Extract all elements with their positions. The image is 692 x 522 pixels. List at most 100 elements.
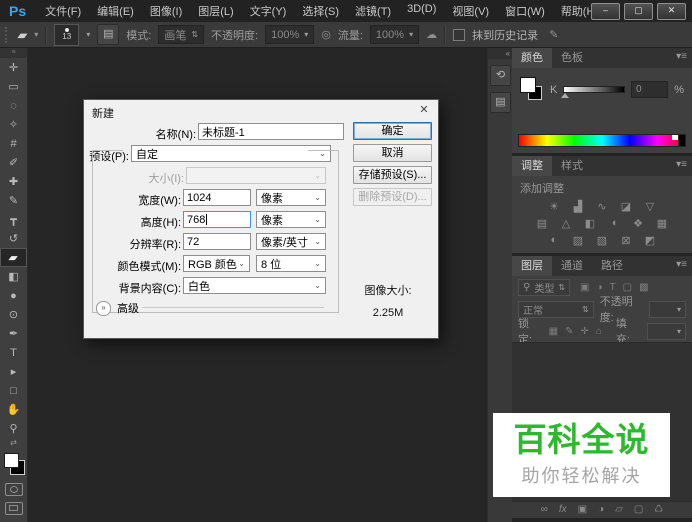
ok-button[interactable]: 确定 xyxy=(353,122,432,140)
gradient-map-icon[interactable]: ⊠ xyxy=(619,234,634,247)
color-mode-select[interactable]: RGB 颜色 ⌄ xyxy=(183,255,250,272)
history-panel-icon[interactable]: ⟲ xyxy=(490,65,511,86)
new-group-icon[interactable]: ▱ xyxy=(615,502,623,518)
tool-gradient[interactable]: ◧ xyxy=(0,267,27,286)
tool-hand[interactable]: ✋ xyxy=(0,400,27,419)
tool-eraser[interactable]: ▰ xyxy=(0,248,27,267)
name-field[interactable] xyxy=(198,123,344,140)
tool-move[interactable]: ✛ xyxy=(0,58,27,77)
new-layer-icon[interactable]: ▢ xyxy=(634,502,643,518)
spectrum-black-swatch[interactable] xyxy=(678,135,685,146)
tool-blur[interactable]: ● xyxy=(0,286,27,305)
brush-panel-toggle-icon[interactable]: ▤ xyxy=(97,24,119,45)
levels-icon[interactable]: ▟ xyxy=(571,200,586,213)
delete-layer-icon[interactable]: ♺ xyxy=(654,502,663,518)
tool-pen[interactable]: ✒ xyxy=(0,324,27,343)
menu-view[interactable]: 视图(V) xyxy=(449,1,492,21)
tool-zoom[interactable]: ⚲ xyxy=(0,419,27,438)
menu-window[interactable]: 窗口(W) xyxy=(502,1,548,21)
posterize-icon[interactable]: ▨ xyxy=(571,234,586,247)
width-field[interactable] xyxy=(183,189,251,206)
minimize-button[interactable]: – xyxy=(591,3,620,20)
menu-edit[interactable]: 编辑(E) xyxy=(94,1,137,21)
tool-clone-stamp[interactable]: ┳ xyxy=(0,210,27,229)
save-preset-button[interactable]: 存储预设(S)... xyxy=(353,166,432,184)
brush-preset-picker[interactable]: 13 xyxy=(54,24,79,46)
lock-image-icon[interactable]: ✎ xyxy=(565,326,573,337)
hue-saturation-icon[interactable]: ▤ xyxy=(535,217,550,230)
mode-select[interactable]: 画笔 ⇅ xyxy=(158,25,204,44)
panel-menu-icon[interactable]: ▾≡ xyxy=(676,159,687,170)
advanced-label[interactable]: 高级 xyxy=(117,300,139,316)
tool-shape[interactable]: □ xyxy=(0,381,27,400)
tab-paths[interactable]: 路径 xyxy=(592,256,632,276)
menu-filter[interactable]: 滤镜(T) xyxy=(352,1,394,21)
vibrance-icon[interactable]: ▽ xyxy=(643,200,658,213)
maximize-button[interactable]: ▢ xyxy=(624,3,653,20)
foreground-color-swatch[interactable] xyxy=(520,77,536,93)
menu-3d[interactable]: 3D(D) xyxy=(404,1,439,21)
panel-menu-icon[interactable]: ▾≡ xyxy=(676,51,687,62)
tool-crop[interactable]: # xyxy=(0,134,27,153)
curves-icon[interactable]: ∿ xyxy=(595,200,610,213)
tool-marquee[interactable]: ▭ xyxy=(0,77,27,96)
filter-smart-object-icon[interactable]: ▩ xyxy=(639,282,648,293)
menu-type[interactable]: 文字(Y) xyxy=(247,1,290,21)
airbrush-icon[interactable]: ☁ xyxy=(426,28,437,41)
height-field[interactable]: 768 xyxy=(183,211,251,228)
foreground-color-swatch[interactable] xyxy=(4,453,19,468)
properties-panel-icon[interactable]: ▤ xyxy=(490,92,511,113)
screen-mode-icon[interactable] xyxy=(5,502,23,515)
quick-mask-icon[interactable] xyxy=(5,483,23,496)
advanced-expand-icon[interactable]: » xyxy=(96,301,111,316)
brush-picker-arrow-icon[interactable]: ▾ xyxy=(86,30,90,39)
link-layers-icon[interactable]: ∞ xyxy=(541,502,548,518)
preset-select[interactable]: 自定 ⌄ xyxy=(131,145,331,162)
menu-layer[interactable]: 图层(L) xyxy=(195,1,236,21)
swap-colors-icon[interactable]: ⇄ xyxy=(0,438,27,448)
pressure-opacity-icon[interactable]: ◎ xyxy=(321,28,331,41)
threshold-icon[interactable]: ▧ xyxy=(595,234,610,247)
tab-layers[interactable]: 图层 xyxy=(512,256,552,276)
selective-color-icon[interactable]: ◩ xyxy=(643,234,658,247)
exposure-icon[interactable]: ◪ xyxy=(619,200,634,213)
channel-mixer-icon[interactable]: ❖ xyxy=(631,217,646,230)
filter-adjustment-layers-icon[interactable]: ◑ xyxy=(596,282,602,293)
layer-opacity-select[interactable]: ▾ xyxy=(649,301,686,318)
filter-pixel-layers-icon[interactable]: ▣ xyxy=(580,282,589,293)
invert-icon[interactable]: ◐ xyxy=(547,234,562,247)
k-value-field[interactable]: 0 xyxy=(631,81,668,98)
layer-mask-icon[interactable]: ▣ xyxy=(578,502,587,518)
tool-history-brush[interactable]: ↺ xyxy=(0,229,27,248)
resolution-field[interactable] xyxy=(183,233,251,250)
tool-lasso[interactable]: ◌ xyxy=(0,96,27,115)
photo-filter-icon[interactable]: ◖ xyxy=(607,217,622,230)
panel-menu-icon[interactable]: ▾≡ xyxy=(676,259,687,270)
tool-type[interactable]: T xyxy=(0,343,27,362)
lock-position-icon[interactable]: ✛ xyxy=(580,326,588,337)
black-white-icon[interactable]: ◧ xyxy=(583,217,598,230)
slider-thumb-icon[interactable] xyxy=(561,93,569,98)
tab-adjustments[interactable]: 调整 xyxy=(512,156,552,176)
tool-eyedropper[interactable]: ✐ xyxy=(0,153,27,172)
menu-file[interactable]: 文件(F) xyxy=(42,1,84,21)
new-adjustment-layer-icon[interactable]: ◑ xyxy=(598,502,604,518)
tab-swatches[interactable]: 色板 xyxy=(552,48,592,68)
layer-fill-select[interactable]: ▾ xyxy=(647,323,686,340)
tab-styles[interactable]: 样式 xyxy=(552,156,592,176)
filter-shape-layers-icon[interactable]: ▢ xyxy=(623,282,632,293)
color-spectrum-ramp[interactable] xyxy=(518,134,686,147)
close-button[interactable]: ✕ xyxy=(657,3,686,20)
dock-expand-icon[interactable]: « xyxy=(488,48,513,59)
tools-collapse-icon[interactable]: ≡ xyxy=(0,48,27,58)
layer-style-icon[interactable]: fx xyxy=(559,502,567,518)
color-balance-icon[interactable]: △ xyxy=(559,217,574,230)
tool-brush[interactable]: ✎ xyxy=(0,191,27,210)
tool-spot-healing[interactable]: ✚ xyxy=(0,172,27,191)
background-select[interactable]: 白色 ⌄ xyxy=(183,277,326,294)
lock-all-icon[interactable]: ⌂ xyxy=(596,326,602,337)
erase-history-checkbox[interactable] xyxy=(453,29,465,41)
tool-dodge[interactable]: ⊙ xyxy=(0,305,27,324)
tab-channels[interactable]: 通道 xyxy=(552,256,592,276)
tool-quick-selection[interactable]: ✧ xyxy=(0,115,27,134)
